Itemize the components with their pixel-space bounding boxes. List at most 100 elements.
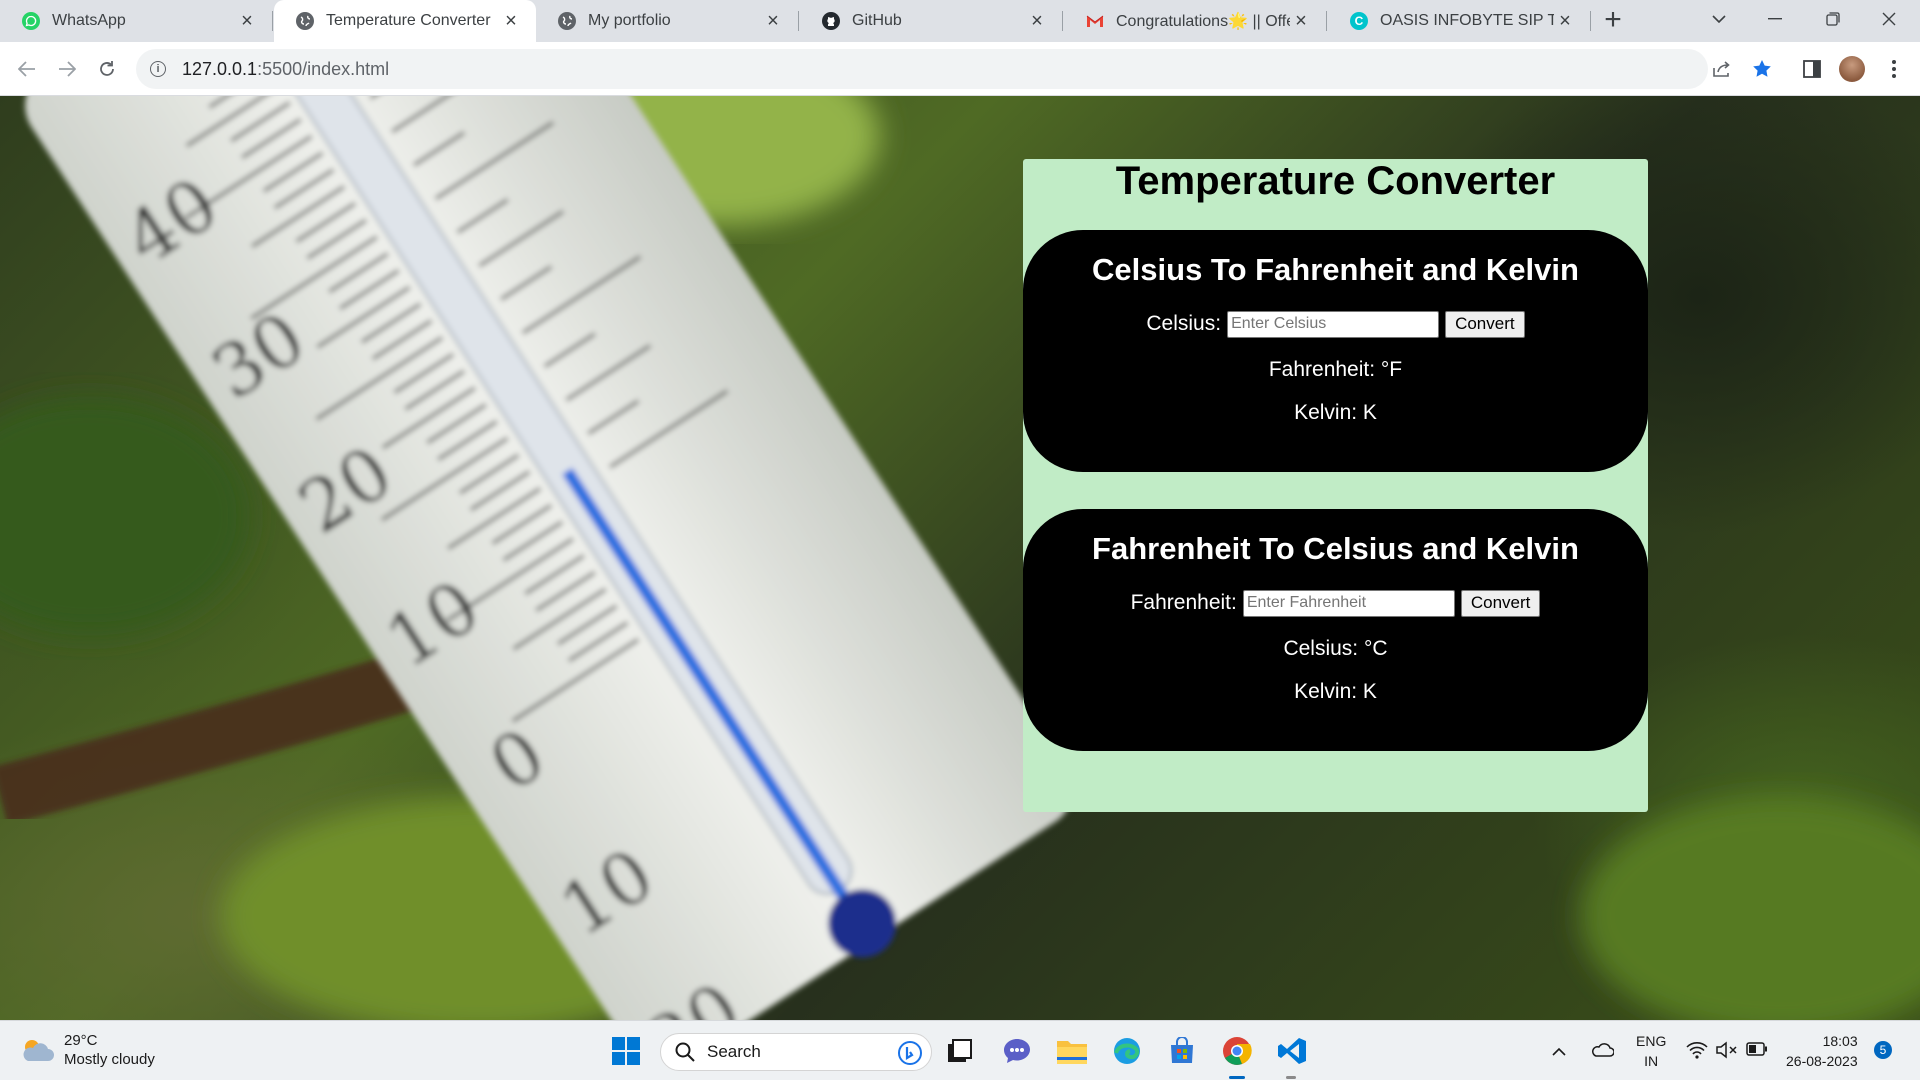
volume-muted-icon[interactable] (1716, 1041, 1738, 1059)
search-icon (675, 1042, 695, 1062)
start-button[interactable] (608, 1033, 644, 1069)
tab-separator (1590, 11, 1591, 31)
clock[interactable]: 18:03 26-08-2023 (1786, 1031, 1858, 1071)
celsius-convert-button[interactable]: Convert (1445, 310, 1525, 338)
vscode-running-indicator (1286, 1076, 1296, 1079)
back-button[interactable] (12, 54, 42, 84)
browser-toolbar: i 127.0.0.1:5500/index.html (0, 42, 1920, 96)
fahrenheit-input-row: Fahrenheit: Convert (1023, 589, 1648, 617)
celsius-input[interactable] (1227, 310, 1440, 338)
tab-title: OASIS INFOBYTE SIP TASK L (1380, 12, 1554, 29)
tab-title: WhatsApp (52, 12, 126, 29)
address-bar[interactable]: i 127.0.0.1:5500/index.html (136, 49, 1708, 89)
page-title: Temperature Converter (1115, 159, 1556, 203)
file-explorer-icon[interactable] (1054, 1033, 1090, 1069)
microsoft-store-icon[interactable] (1164, 1033, 1200, 1069)
vscode-icon[interactable] (1274, 1033, 1310, 1069)
fahrenheit-result: Fahrenheit: °F (1268, 358, 1403, 381)
celsius-input-row: Celsius: Convert (1023, 310, 1648, 338)
tab-separator (272, 11, 273, 31)
wifi-icon[interactable] (1686, 1041, 1708, 1059)
input-language[interactable]: ENG IN (1636, 1031, 1666, 1071)
battery-icon[interactable] (1746, 1042, 1768, 1056)
weather-description: Mostly cloudy (64, 1051, 155, 1068)
close-window-button[interactable] (1866, 0, 1912, 38)
url-path: :5500/index.html (257, 58, 390, 79)
kelvin-result: Kelvin: K (1294, 680, 1377, 703)
tab-title: My portfolio (588, 12, 671, 29)
bookmark-star-icon[interactable] (1748, 55, 1776, 83)
github-icon (822, 12, 840, 30)
notification-count: 5 (1874, 1041, 1892, 1059)
close-icon[interactable]: × (500, 10, 522, 32)
clock-date: 26-08-2023 (1786, 1053, 1858, 1069)
kelvin-result: Kelvin: K (1294, 401, 1377, 424)
fahrenheit-converter-card: Fahrenheit To Celsius and Kelvin Fahrenh… (1023, 509, 1648, 751)
close-icon[interactable]: × (1026, 10, 1048, 32)
teams-chat-icon[interactable] (999, 1033, 1035, 1069)
weather-widget[interactable]: 29°C Mostly cloudy (20, 1031, 155, 1069)
canva-icon: C (1350, 12, 1368, 30)
converter-panel: Temperature Converter Celsius To Fahrenh… (1023, 159, 1648, 812)
page-viewport: 40 30 20 10 0 10 20 10 20 Temperature Co… (0, 96, 1920, 1020)
clock-time: 18:03 (1822, 1033, 1858, 1049)
url-host: 127.0.0.1 (182, 58, 258, 79)
card-heading: Celsius To Fahrenheit and Kelvin (1092, 252, 1579, 287)
profile-avatar[interactable] (1838, 55, 1866, 83)
side-panel-icon[interactable] (1798, 55, 1826, 83)
globe-icon (558, 12, 576, 30)
tab-search-chevron-icon[interactable] (1696, 0, 1742, 38)
minimize-button[interactable] (1752, 0, 1798, 38)
tab-gmail[interactable]: Congratulations🌟 || Offer × (1064, 0, 1326, 42)
info-icon[interactable]: i (150, 61, 166, 77)
tab-separator (1326, 11, 1327, 31)
globe-icon (296, 12, 314, 30)
close-icon[interactable]: × (762, 10, 784, 32)
edge-browser-icon[interactable] (1109, 1033, 1145, 1069)
more-menu-icon[interactable] (1880, 55, 1908, 83)
region-code: IN (1644, 1053, 1659, 1069)
fahrenheit-label: Fahrenheit: (1130, 591, 1237, 614)
windows-taskbar: 29°C Mostly cloudy Search ENG IN 18:03 2… (0, 1020, 1920, 1080)
fahrenheit-input[interactable] (1242, 589, 1455, 617)
chrome-active-indicator (1229, 1076, 1245, 1079)
chrome-icon[interactable] (1219, 1033, 1255, 1069)
share-icon[interactable] (1708, 55, 1736, 83)
task-view-icon[interactable] (942, 1033, 978, 1069)
tab-title: Congratulations🌟 || Offer (1116, 13, 1290, 30)
celsius-converter-card: Celsius To Fahrenheit and Kelvin Celsius… (1023, 230, 1648, 472)
tab-my-portfolio[interactable]: My portfolio × (536, 0, 798, 42)
cloudy-weather-icon (20, 1037, 54, 1063)
search-label: Search (707, 1042, 761, 1061)
tab-github[interactable]: GitHub × (800, 0, 1062, 42)
show-hidden-icons-chevron[interactable] (1552, 1033, 1566, 1069)
gmail-icon (1086, 12, 1104, 30)
close-icon[interactable]: × (1290, 10, 1312, 32)
tab-separator (1062, 11, 1063, 31)
tab-title: Temperature Converter (326, 12, 491, 29)
tab-strip: WhatsApp × Temperature Converter × My po… (0, 0, 1920, 42)
taskbar-search[interactable]: Search (660, 1033, 932, 1071)
weather-temperature: 29°C (64, 1032, 98, 1049)
new-tab-button[interactable]: + (1598, 5, 1628, 36)
card-heading: Fahrenheit To Celsius and Kelvin (1092, 531, 1579, 566)
url-text[interactable]: 127.0.0.1:5500/index.html (182, 59, 389, 80)
tab-whatsapp[interactable]: WhatsApp × (0, 0, 272, 42)
tab-oasis-infobyte[interactable]: C OASIS INFOBYTE SIP TASK L × (1328, 0, 1590, 42)
notification-badge[interactable]: 5 (1874, 1041, 1892, 1059)
onedrive-cloud-icon[interactable] (1590, 1041, 1614, 1057)
restore-button[interactable] (1810, 0, 1856, 38)
celsius-label: Celsius: (1146, 312, 1222, 335)
tab-temperature-converter[interactable]: Temperature Converter × (274, 0, 536, 42)
whatsapp-icon (22, 12, 40, 30)
close-icon[interactable]: × (1554, 10, 1576, 32)
tab-separator (798, 11, 799, 31)
celsius-result: Celsius: °C (1283, 637, 1388, 660)
language-code: ENG (1636, 1033, 1667, 1049)
bing-icon[interactable] (897, 1040, 923, 1071)
forward-button[interactable] (52, 54, 82, 84)
close-icon[interactable]: × (236, 10, 258, 32)
tab-title: GitHub (852, 12, 902, 29)
reload-button[interactable] (92, 54, 122, 84)
fahrenheit-convert-button[interactable]: Convert (1460, 589, 1541, 617)
